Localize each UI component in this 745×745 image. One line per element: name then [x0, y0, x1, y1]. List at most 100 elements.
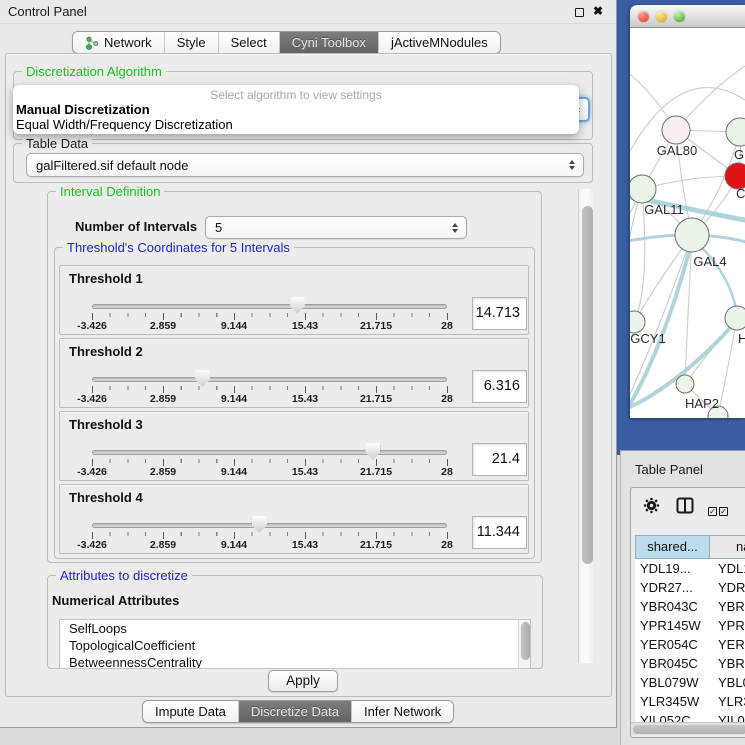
zoom-traffic-light-icon[interactable] — [674, 11, 685, 22]
tab-infer-network[interactable]: Infer Network — [352, 701, 453, 722]
tab-style[interactable]: Style — [165, 32, 219, 53]
apply-button[interactable]: Apply — [268, 670, 338, 692]
control-panel-tabs: Network Style Select Cyni Toolbox jActiv… — [72, 31, 501, 54]
show-columns-button[interactable]: ✓✓ — [708, 501, 730, 519]
network-canvas[interactable]: GAL80 G C GAL11 GAL4 GCY1 H HAP2 — [630, 28, 745, 418]
table-row[interactable]: YPR145WYPR1 — [635, 616, 745, 635]
list-item-selfloops[interactable]: SelfLoops — [60, 620, 530, 637]
tick-label: 28 — [441, 466, 453, 478]
attributes-group-title: Attributes to discretize — [56, 568, 192, 583]
threshold-2-value-field[interactable]: 6.316 — [472, 370, 527, 403]
tick-label: 2.859 — [150, 320, 176, 332]
node-table: YDL19...YDL1 YDR27...YDR2 YBR043CYBR0 YP… — [635, 559, 745, 722]
close-traffic-light-icon[interactable] — [638, 11, 649, 22]
table-row[interactable]: YDL19...YDL1 — [635, 559, 745, 578]
list-item-topologicalcoefficient[interactable]: TopologicalCoefficient — [60, 637, 530, 654]
threshold-2-slider-thumb[interactable] — [195, 370, 210, 387]
node-h[interactable] — [725, 306, 745, 330]
panel-vertical-scrollbar-thumb[interactable] — [582, 206, 593, 564]
tab-impute-data[interactable]: Impute Data — [143, 701, 239, 722]
tab-jactivemnodules[interactable]: jActiveMNodules — [379, 32, 500, 53]
table-horizontal-scrollbar[interactable] — [631, 722, 745, 735]
popup-option-manual-discretization[interactable]: Manual Discretization — [16, 102, 150, 117]
threshold-1-value-field[interactable]: 14.713 — [472, 297, 527, 330]
tick-label: -3.426 — [77, 320, 107, 332]
table-row[interactable]: YBR043CYBR0 — [635, 597, 745, 616]
close-icon[interactable]: ✖ — [593, 4, 603, 18]
algorithm-dropdown-popup: Select algorithm to view settings Manual… — [13, 85, 579, 134]
threshold-3-value-field[interactable]: 21.4 — [472, 443, 527, 476]
float-window-icon[interactable] — [575, 8, 584, 17]
tab-network[interactable]: Network — [73, 32, 165, 53]
node-hap2[interactable] — [676, 375, 694, 393]
threshold-4-slider-track[interactable] — [92, 523, 447, 528]
table-horizontal-scrollbar-thumb[interactable] — [633, 725, 745, 734]
network-window-titlebar[interactable] — [630, 5, 745, 28]
tick-label: 9.144 — [221, 466, 247, 478]
tab-select[interactable]: Select — [219, 32, 280, 53]
node-gal4[interactable] — [675, 218, 709, 252]
attributes-list-scrollbar-thumb[interactable] — [521, 622, 530, 660]
table-row[interactable]: YDR27...YDR2 — [635, 578, 745, 597]
numerical-attributes-list: SelfLoops TopologicalCoefficient Between… — [59, 619, 531, 669]
control-panel-window: Control Panel ✖ Network Style Select Cyn… — [0, 0, 617, 728]
popup-option-equal-width-frequency[interactable]: Equal Width/Frequency Discretization — [16, 117, 233, 132]
node-label: H — [738, 331, 745, 346]
settings-gear-button[interactable] — [643, 497, 660, 519]
node-g[interactable] — [726, 118, 745, 146]
threshold-3-slider-ticks — [92, 459, 448, 466]
threshold-4-scale: -3.426 2.859 9.144 15.43 21.715 28 — [92, 539, 447, 551]
tick-label: 15.43 — [292, 393, 318, 405]
tick-label: 15.43 — [292, 466, 318, 478]
node-gal11[interactable] — [630, 175, 656, 203]
table-data-group: Table Data galFiltered.sif default node — [13, 143, 593, 183]
tick-label: 28 — [441, 320, 453, 332]
tick-label: -3.426 — [77, 466, 107, 478]
minimize-traffic-light-icon[interactable] — [656, 11, 667, 22]
number-of-intervals-combobox[interactable]: 5 — [205, 216, 467, 239]
table-row[interactable]: YBL079WYBL0 — [635, 673, 745, 692]
tick-label: 2.859 — [150, 393, 176, 405]
threshold-1-slider-track[interactable] — [92, 304, 447, 309]
network-view-window: GAL80 G C GAL11 GAL4 GCY1 H HAP2 — [630, 5, 745, 418]
table-row[interactable]: YER054CYER0 — [635, 635, 745, 654]
panel-vertical-scrollbar[interactable] — [578, 189, 595, 663]
tick-label: 28 — [441, 539, 453, 551]
control-panel-title: Control Panel — [8, 4, 87, 19]
tick-label: 9.144 — [221, 539, 247, 551]
node-gcy1[interactable] — [630, 311, 645, 333]
tick-label: 15.43 — [292, 539, 318, 551]
threshold-3-slider-track[interactable] — [92, 450, 447, 455]
threshold-3-panel: Threshold 3 -3.426 2.859 9.144 15.43 21.… — [59, 411, 529, 481]
node-gal80[interactable] — [662, 116, 690, 144]
threshold-4-slider-thumb[interactable] — [252, 516, 267, 533]
threshold-3-slider-thumb[interactable] — [365, 443, 380, 460]
gear-icon — [643, 497, 660, 514]
column-header-name[interactable]: name — [709, 535, 745, 559]
table-row[interactable]: YBR045CYBR0 — [635, 654, 745, 673]
tick-label: 21.715 — [360, 393, 392, 405]
tick-label: -3.426 — [77, 539, 107, 551]
tab-discretize-data[interactable]: Discretize Data — [239, 701, 352, 722]
combo-arrows-icon — [569, 160, 575, 170]
attributes-group: Attributes to discretize Numerical Attri… — [47, 575, 543, 669]
column-header-shared-name[interactable]: shared... — [635, 535, 710, 559]
threshold-1-slider-thumb[interactable] — [290, 297, 305, 314]
thresholds-coordinates-group-title: Threshold's Coordinates for 5 Intervals — [63, 240, 294, 255]
list-item-betweennesscentrality[interactable]: BetweennessCentrality — [60, 654, 530, 669]
column-browser-button[interactable] — [676, 497, 694, 519]
table-row[interactable]: YLR345WYLR3 — [635, 692, 745, 711]
threshold-2-slider-track[interactable] — [92, 377, 447, 382]
tick-label: 9.144 — [221, 393, 247, 405]
attributes-list-scrollbar[interactable] — [518, 620, 530, 668]
node-label: C — [736, 186, 745, 201]
tab-cyni-toolbox[interactable]: Cyni Toolbox — [280, 32, 379, 53]
bottom-tabs: Impute Data Discretize Data Infer Networ… — [142, 700, 454, 723]
tick-label: 21.715 — [360, 539, 392, 551]
table-panel-box: ✓✓ shared... name YDL19...YDL1 YDR27...Y… — [630, 487, 745, 738]
table-data-combobox[interactable]: galFiltered.sif default node — [26, 153, 584, 177]
threshold-4-value-field[interactable]: 11.344 — [472, 516, 527, 549]
table-row[interactable]: YIL052CYIL0 — [635, 711, 745, 722]
tick-label: 15.43 — [292, 320, 318, 332]
node-label: GAL11 — [644, 202, 684, 217]
